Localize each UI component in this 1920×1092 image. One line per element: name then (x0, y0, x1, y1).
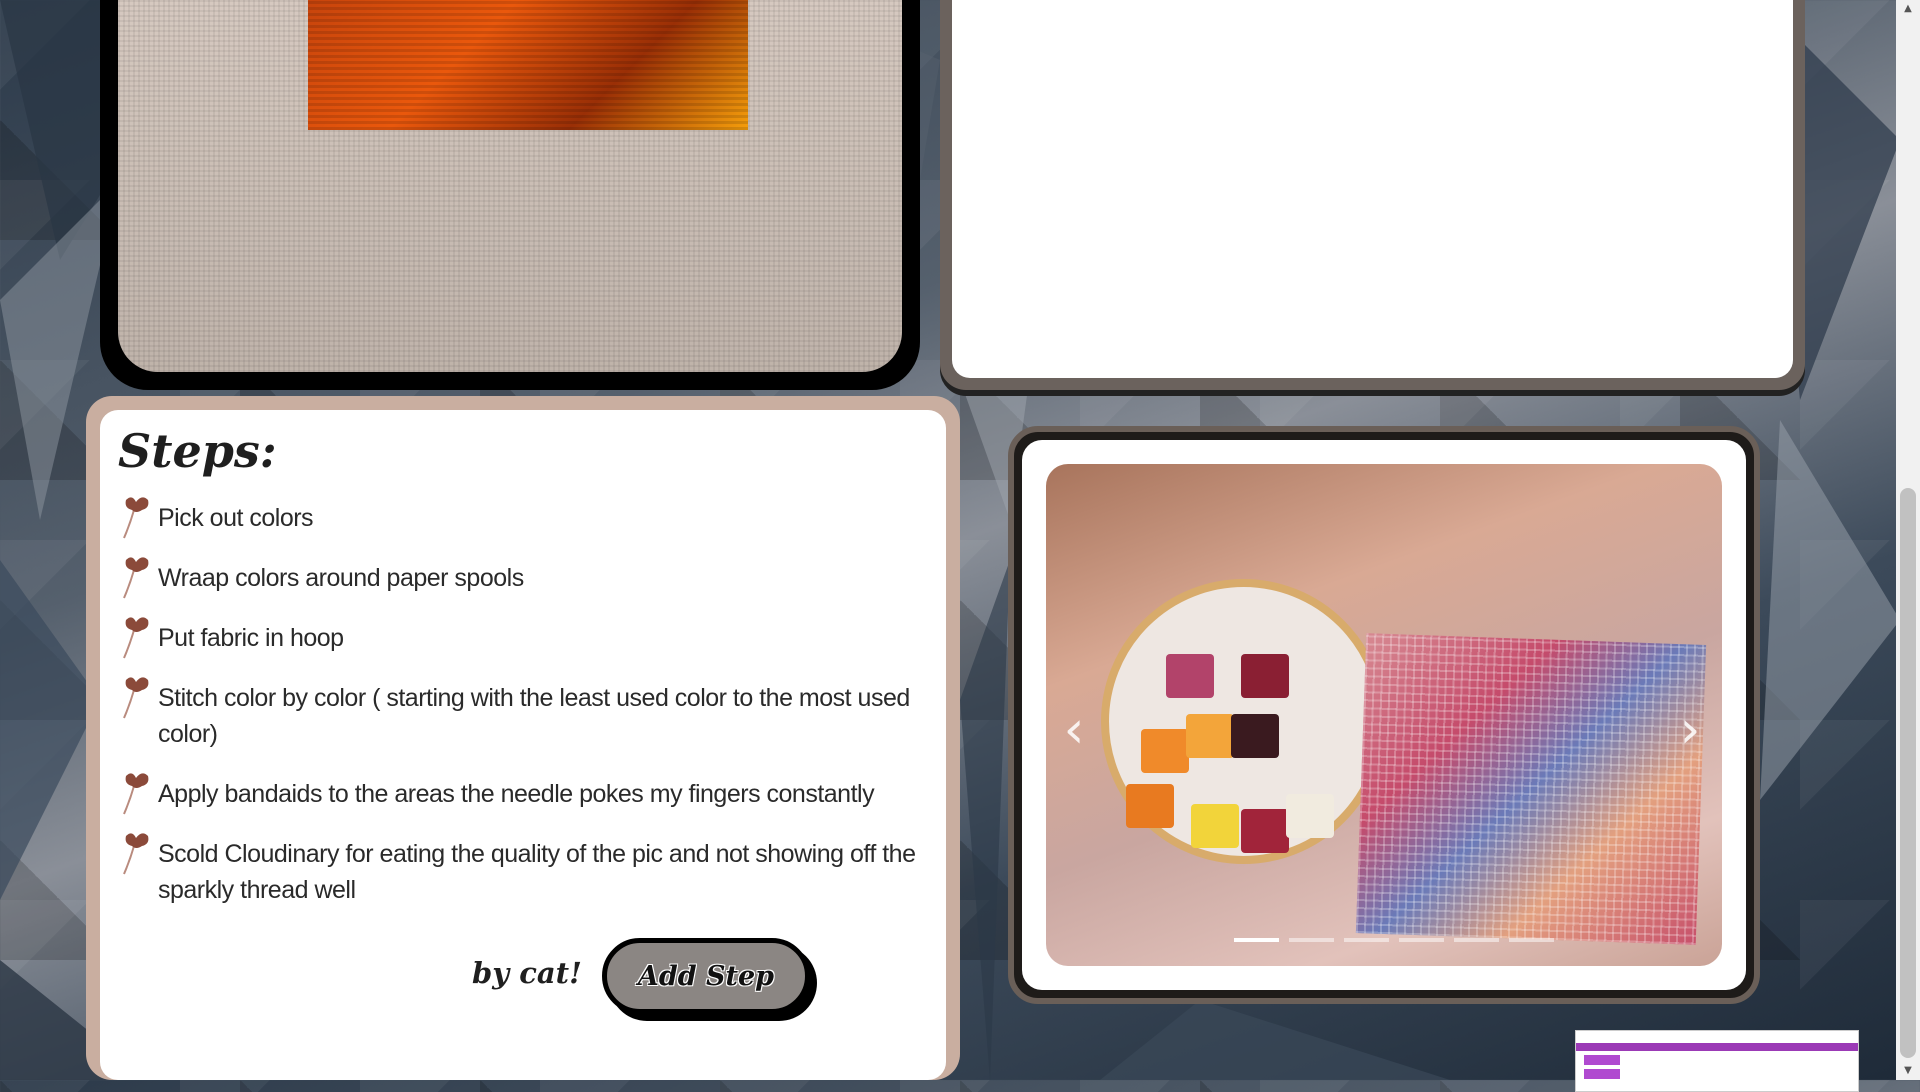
carousel-prev-button[interactable]: ‹ (1054, 702, 1094, 758)
scroll-up-icon[interactable]: ▲ (1896, 0, 1920, 18)
step-item: Apply bandaids to the areas the needle p… (120, 773, 940, 815)
step-text: Scold Cloudinary for eating the quality … (158, 840, 916, 904)
thread-spool (1186, 714, 1234, 758)
flower-bullet-icon (123, 497, 149, 539)
flower-bullet-icon (123, 677, 149, 719)
thread-spool (1126, 784, 1174, 828)
thumbnail-button (1584, 1069, 1620, 1079)
cross-stitch-photo-card (100, 0, 920, 390)
thread-spool (1166, 654, 1214, 698)
step-item: Wraap colors around paper spools (120, 557, 940, 599)
carousel-indicator[interactable] (1454, 938, 1499, 942)
step-text: Wraap colors around paper spools (158, 564, 524, 592)
flower-bullet-icon (123, 617, 149, 659)
blank-card (940, 0, 1805, 390)
stitched-design (308, 0, 748, 130)
flower-bullet-icon (123, 773, 149, 815)
step-item: Pick out colors (120, 497, 940, 539)
steps-list: Pick out colors Wraap colors around pape… (120, 497, 940, 932)
steps-card: Steps: Pick out colors Wraap colors arou… (86, 396, 960, 1080)
byline: by cat! (472, 956, 582, 990)
thread-spool (1241, 809, 1289, 853)
add-step-button[interactable]: Add Step (602, 938, 810, 1014)
carousel-indicators (1234, 938, 1554, 942)
scroll-down-icon[interactable]: ▼ (1896, 1062, 1920, 1080)
carousel-card-content: ‹ › (1022, 440, 1746, 990)
thread-spool (1241, 654, 1289, 698)
steps-title: Steps: (118, 424, 277, 478)
carousel-indicator[interactable] (1509, 938, 1554, 942)
flower-bullet-icon (123, 557, 149, 599)
step-text: Stitch color by color ( starting with th… (158, 684, 910, 748)
page-scrollbar[interactable]: ▲ ▼ (1896, 0, 1920, 1080)
thread-spool (1191, 804, 1239, 848)
screenshot-thumbnail[interactable] (1575, 1030, 1859, 1092)
pattern-sheet (1355, 633, 1707, 945)
cross-stitch-photo (118, 0, 902, 372)
thread-spool (1141, 729, 1189, 773)
photo-carousel-card: ‹ › (1008, 426, 1760, 1004)
steps-card-content: Steps: Pick out colors Wraap colors arou… (100, 410, 946, 1080)
thread-spool (1286, 794, 1334, 838)
carousel-slide[interactable]: ‹ › (1046, 464, 1722, 966)
scrollbar-thumb[interactable] (1900, 488, 1916, 1058)
step-item: Stitch color by color ( starting with th… (120, 677, 940, 752)
thumbnail-header-bar (1576, 1043, 1858, 1051)
step-item: Scold Cloudinary for eating the quality … (120, 833, 940, 908)
carousel-indicator[interactable] (1399, 938, 1444, 942)
carousel-indicator[interactable] (1234, 938, 1279, 942)
step-text: Pick out colors (158, 504, 314, 532)
step-item: Put fabric in hoop (120, 617, 940, 659)
step-text: Apply bandaids to the areas the needle p… (158, 780, 875, 808)
carousel-indicator[interactable] (1289, 938, 1334, 942)
flower-bullet-icon (123, 833, 149, 875)
thumbnail-button (1584, 1055, 1620, 1065)
step-text: Put fabric in hoop (158, 624, 344, 652)
thread-spool (1231, 714, 1279, 758)
blank-card-content (952, 0, 1793, 378)
carousel-indicator[interactable] (1344, 938, 1389, 942)
carousel-next-button[interactable]: › (1670, 702, 1710, 758)
